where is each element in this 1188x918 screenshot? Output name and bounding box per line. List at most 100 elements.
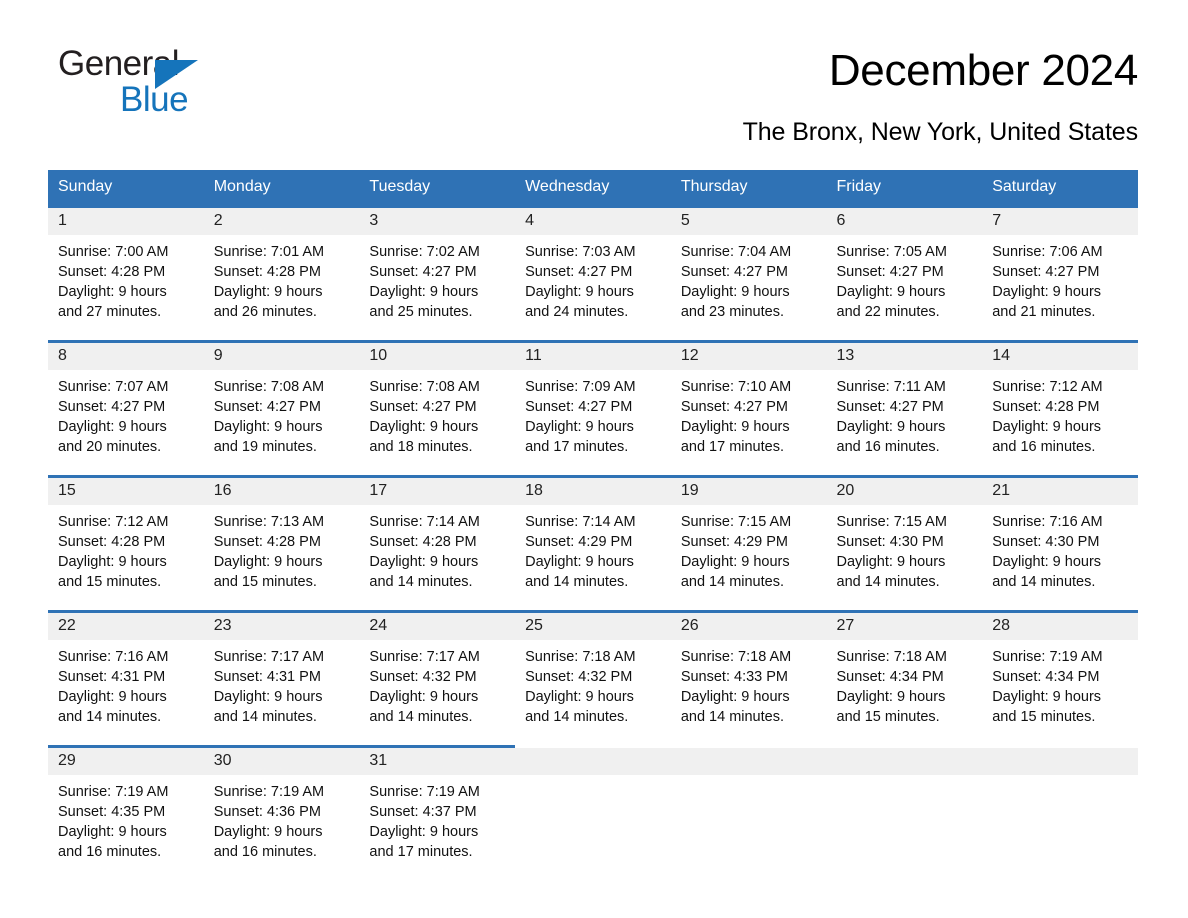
day-number: 13: [826, 343, 983, 371]
day-number: 2: [203, 208, 360, 236]
daylight-text-line1: Daylight: 9 hours: [680, 284, 790, 301]
daylight-text-line1: Daylight: 9 hours: [58, 554, 167, 571]
calendar-day-cell[interactable]: 20 Sunrise: 7:15 AM Sunset: 4:30 PM Dayligh…: [826, 475, 983, 612]
day-details: Sunrise: 7:16 AM Sunset: 4:30 PM Daylight:…: [982, 505, 1138, 592]
daylight-text-line1: Daylight: 9 hours: [680, 689, 790, 706]
daylight-text-line2: and 18 minutes.: [369, 439, 473, 456]
sunset-text: Sunset: 4:28 PM: [213, 534, 321, 551]
calendar-day-cell[interactable]: 15 Sunrise: 7:12 AM Sunset: 4:28 PM Dayligh…: [48, 475, 204, 612]
calendar-day-cell[interactable]: 16 Sunrise: 7:13 AM Sunset: 4:28 PM Dayligh…: [203, 475, 360, 612]
calendar-day-cell[interactable]: 31 Sunrise: 7:19 AM Sunset: 4:37 PM Dayligh…: [359, 745, 516, 867]
weekday-header-monday: Monday: [203, 170, 360, 207]
calendar-day-cell[interactable]: 19 Sunrise: 7:15 AM Sunset: 4:29 PM Dayligh…: [670, 475, 827, 612]
daylight-text-line1: Daylight: 9 hours: [369, 689, 479, 706]
calendar-day-cell[interactable]: 22 Sunrise: 7:16 AM Sunset: 4:31 PM Dayligh…: [48, 610, 204, 747]
daylight-text-line2: and 15 minutes.: [58, 574, 162, 591]
sunrise-text: Sunrise: 7:18 AM: [836, 649, 947, 666]
day-number: 22: [48, 613, 204, 641]
calendar-day-cell[interactable]: 14 Sunrise: 7:12 AM Sunset: 4:28 PM Dayligh…: [982, 340, 1138, 477]
day-number: 23: [203, 613, 360, 641]
daylight-text-line1: Daylight: 9 hours: [680, 419, 790, 436]
day-number: 29: [48, 748, 204, 776]
daylight-text-line2: and 16 minutes.: [836, 439, 940, 456]
day-number: [982, 748, 1138, 776]
daylight-text-line1: Daylight: 9 hours: [836, 419, 946, 436]
daylight-text-line2: and 14 minutes.: [680, 709, 784, 726]
calendar-day-cell[interactable]: 10 Sunrise: 7:08 AM Sunset: 4:27 PM Dayligh…: [359, 340, 516, 477]
logo-text-blue: Blue: [120, 80, 189, 119]
sunset-text: Sunset: 4:28 PM: [369, 534, 477, 551]
day-number: 18: [515, 478, 671, 506]
sunrise-text: Sunrise: 7:17 AM: [213, 649, 325, 666]
day-number: 31: [359, 748, 516, 776]
sunrise-text: Sunrise: 7:01 AM: [213, 244, 325, 261]
daylight-text-line1: Daylight: 9 hours: [213, 824, 323, 841]
day-details: Sunrise: 7:10 AM Sunset: 4:27 PM Daylight:…: [671, 370, 827, 457]
calendar-day-cell[interactable]: 21 Sunrise: 7:16 AM Sunset: 4:30 PM Dayligh…: [982, 475, 1138, 612]
daylight-text-line1: Daylight: 9 hours: [58, 284, 167, 301]
calendar-wrapper: Sunday Monday Tuesday Wednesday Thursday Frid…: [0, 170, 1188, 867]
daylight-text-line2: and 15 minutes.: [836, 709, 940, 726]
calendar-day-cell[interactable]: 3 Sunrise: 7:02 AM Sunset: 4:27 PM Daylight…: [359, 205, 516, 342]
weekday-header-wednesday: Wednesday: [515, 170, 671, 207]
day-number: [515, 748, 671, 776]
calendar-day-cell[interactable]: 8 Sunrise: 7:07 AM Sunset: 4:27 PM Daylight…: [48, 340, 204, 477]
calendar-day-cell[interactable]: 27 Sunrise: 7:18 AM Sunset: 4:34 PM Dayligh…: [826, 610, 983, 747]
day-details: Sunrise: 7:04 AM Sunset: 4:27 PM Daylight:…: [671, 235, 827, 322]
day-details: Sunrise: 7:15 AM Sunset: 4:29 PM Daylight:…: [671, 505, 827, 592]
day-number: 7: [982, 208, 1138, 236]
page-header: General Blue December 2024 The Bronx, Ne…: [0, 0, 1188, 147]
daylight-text-line1: Daylight: 9 hours: [525, 689, 634, 706]
daylight-text-line2: and 26 minutes.: [213, 304, 317, 321]
calendar-day-cell[interactable]: 25 Sunrise: 7:18 AM Sunset: 4:32 PM Dayligh…: [515, 610, 671, 747]
day-details: Sunrise: 7:13 AM Sunset: 4:28 PM Daylight:…: [204, 505, 360, 592]
calendar-body: 1 Sunrise: 7:00 AM Sunset: 4:28 PM Daylight…: [48, 205, 1138, 867]
calendar-day-cell[interactable]: 2 Sunrise: 7:01 AM Sunset: 4:28 PM Daylight…: [203, 205, 360, 342]
sunset-text: Sunset: 4:33 PM: [680, 669, 789, 686]
calendar-table: Sunday Monday Tuesday Wednesday Thursday Frid…: [48, 170, 1138, 867]
daylight-text-line2: and 25 minutes.: [369, 304, 473, 321]
daylight-text-line1: Daylight: 9 hours: [213, 689, 323, 706]
calendar-day-cell[interactable]: 17 Sunrise: 7:14 AM Sunset: 4:28 PM Dayligh…: [359, 475, 516, 612]
daylight-text-line1: Daylight: 9 hours: [992, 419, 1102, 436]
daylight-text-line1: Daylight: 9 hours: [992, 554, 1102, 571]
daylight-text-line1: Daylight: 9 hours: [525, 284, 634, 301]
calendar-day-cell[interactable]: 30 Sunrise: 7:19 AM Sunset: 4:36 PM Dayligh…: [203, 745, 360, 867]
day-details: Sunrise: 7:19 AM Sunset: 4:34 PM Daylight:…: [982, 640, 1138, 727]
calendar-day-cell[interactable]: 7 Sunrise: 7:06 AM Sunset: 4:27 PM Daylight…: [982, 205, 1138, 342]
calendar-day-cell[interactable]: 9 Sunrise: 7:08 AM Sunset: 4:27 PM Daylight…: [203, 340, 360, 477]
calendar-day-cell[interactable]: 18 Sunrise: 7:14 AM Sunset: 4:29 PM Dayligh…: [515, 475, 671, 612]
sunset-text: Sunset: 4:30 PM: [992, 534, 1100, 551]
general-blue-logo[interactable]: General Blue: [58, 46, 258, 120]
calendar-day-cell[interactable]: 23 Sunrise: 7:17 AM Sunset: 4:31 PM Dayligh…: [203, 610, 360, 747]
calendar-day-cell[interactable]: 1 Sunrise: 7:00 AM Sunset: 4:28 PM Daylight…: [48, 205, 204, 342]
calendar-day-cell[interactable]: 28 Sunrise: 7:19 AM Sunset: 4:34 PM Dayligh…: [982, 610, 1138, 747]
calendar-day-cell[interactable]: 4 Sunrise: 7:03 AM Sunset: 4:27 PM Daylight…: [515, 205, 671, 342]
day-number: 8: [48, 343, 204, 371]
weekday-header-tuesday: Tuesday: [359, 170, 516, 207]
daylight-text-line2: and 14 minutes.: [213, 709, 317, 726]
calendar-day-cell[interactable]: 6 Sunrise: 7:05 AM Sunset: 4:27 PM Daylight…: [826, 205, 983, 342]
day-details: Sunrise: 7:17 AM Sunset: 4:31 PM Daylight:…: [204, 640, 360, 727]
sunrise-text: Sunrise: 7:18 AM: [525, 649, 636, 666]
daylight-text-line2: and 21 minutes.: [992, 304, 1096, 321]
day-details: Sunrise: 7:03 AM Sunset: 4:27 PM Daylight:…: [515, 235, 671, 322]
daylight-text-line2: and 14 minutes.: [836, 574, 940, 591]
calendar-day-cell[interactable]: 24 Sunrise: 7:17 AM Sunset: 4:32 PM Dayligh…: [359, 610, 516, 747]
calendar-day-cell[interactable]: 29 Sunrise: 7:19 AM Sunset: 4:35 PM Dayligh…: [48, 745, 204, 867]
day-details: Sunrise: 7:02 AM Sunset: 4:27 PM Daylight:…: [359, 235, 515, 322]
day-details: Sunrise: 7:17 AM Sunset: 4:32 PM Daylight:…: [359, 640, 515, 727]
calendar-day-cell[interactable]: 12 Sunrise: 7:10 AM Sunset: 4:27 PM Dayligh…: [670, 340, 827, 477]
calendar-week-row: 29 Sunrise: 7:19 AM Sunset: 4:35 PM Dayligh…: [48, 745, 1138, 867]
calendar-day-cell[interactable]: 5 Sunrise: 7:04 AM Sunset: 4:27 PM Daylight…: [670, 205, 827, 342]
daylight-text-line2: and 20 minutes.: [58, 439, 162, 456]
calendar-day-cell[interactable]: 11 Sunrise: 7:09 AM Sunset: 4:27 PM Dayligh…: [515, 340, 671, 477]
calendar-day-cell-empty: [515, 745, 671, 867]
day-number: 4: [515, 208, 671, 236]
calendar-day-cell[interactable]: 13 Sunrise: 7:11 AM Sunset: 4:27 PM Dayligh…: [826, 340, 983, 477]
day-number: 14: [982, 343, 1138, 371]
day-number: 17: [359, 478, 516, 506]
calendar-day-cell[interactable]: 26 Sunrise: 7:18 AM Sunset: 4:33 PM Dayligh…: [670, 610, 827, 747]
calendar-week-row: 1 Sunrise: 7:00 AM Sunset: 4:28 PM Daylight…: [48, 205, 1138, 342]
daylight-text-line1: Daylight: 9 hours: [525, 554, 634, 571]
